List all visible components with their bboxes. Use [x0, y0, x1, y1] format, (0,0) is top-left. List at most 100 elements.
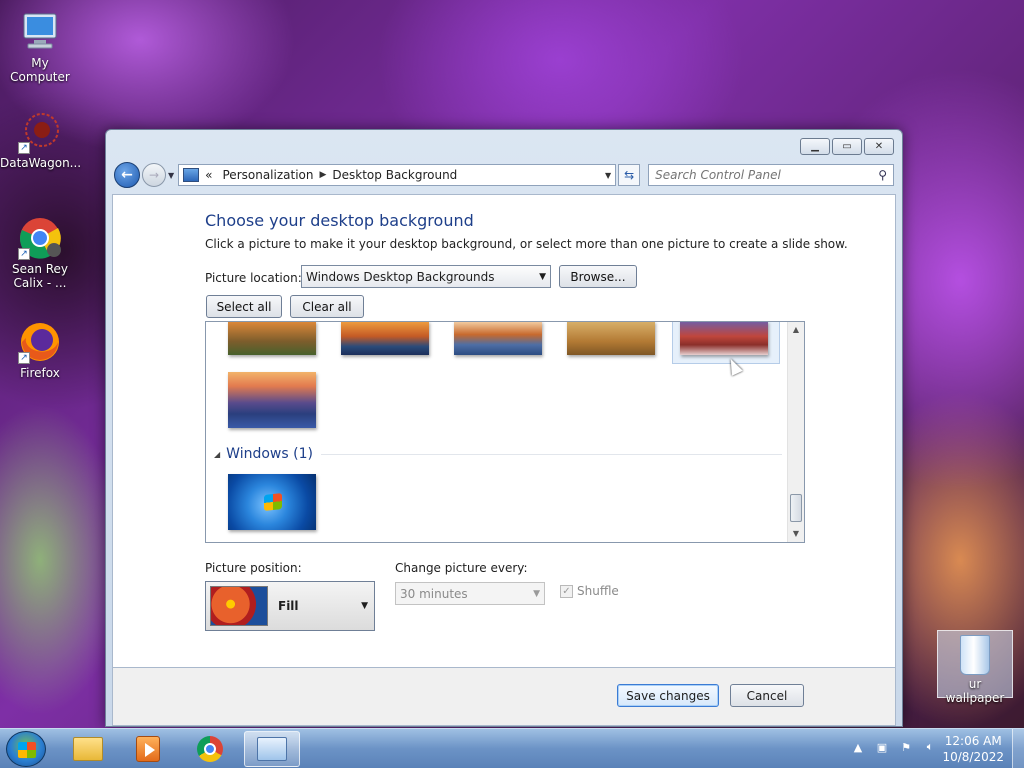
taskbar-windows-explorer[interactable] — [60, 731, 116, 767]
window-controls: ▁ ▭ ✕ — [800, 138, 894, 155]
desktop-icon-sean-rey-calix[interactable]: ↗ Sean Rey Calix - ... — [0, 216, 80, 290]
chrome-icon — [197, 736, 223, 762]
page-description: Click a picture to make it your desktop … — [205, 237, 848, 251]
taskbar: ▲ ▣ ⚑ 🔈︎ 12:06 AM 10/8/2022 — [0, 728, 1024, 768]
back-button[interactable]: ← — [114, 162, 140, 188]
desktop-icon-label: DataWagon... — [0, 156, 82, 170]
shuffle-checkbox: ✓ Shuffle — [560, 584, 619, 598]
close-button[interactable]: ✕ — [864, 138, 894, 155]
volume-icon[interactable]: 🔈︎ — [922, 739, 938, 755]
shortcut-arrow-icon: ↗ — [18, 248, 30, 260]
breadcrumb-separator-icon: ▶ — [319, 170, 327, 180]
start-button[interactable] — [6, 731, 46, 767]
chrome-profile-shortcut-icon: ↗ — [18, 216, 62, 260]
action-center-icon[interactable]: ⚑ — [898, 739, 914, 755]
minimize-button[interactable]: ▁ — [800, 138, 830, 155]
checkbox-checked-icon: ✓ — [560, 584, 573, 598]
page-title: Choose your desktop background — [205, 211, 474, 230]
address-overflow-chevron[interactable]: « — [205, 168, 212, 182]
picture-position-select[interactable]: Fill ▼ — [205, 581, 375, 631]
control-panel-window: ▁ ▭ ✕ ← → ▼ « Personalization ▶ Desktop … — [105, 129, 903, 727]
address-dropdown-icon[interactable]: ▼ — [605, 171, 611, 180]
wallpaper-thumbnail-windows[interactable] — [228, 474, 316, 530]
refresh-icon: ⇆ — [624, 168, 635, 182]
position-preview-image — [210, 586, 268, 626]
wallpaper-thumbnail-hovered[interactable] — [680, 322, 768, 355]
select-all-button[interactable]: Select all — [206, 295, 282, 318]
media-player-icon — [136, 736, 160, 762]
group-divider — [320, 453, 782, 455]
picture-location-label: Picture location: — [205, 271, 302, 285]
gallery-group-header[interactable]: ◢ Windows (1) — [214, 444, 782, 464]
collapse-triangle-icon[interactable]: ◢ — [214, 450, 220, 459]
shortcut-arrow-icon: ↗ — [18, 142, 30, 154]
desktop-icon-label: My Computer — [10, 56, 70, 84]
control-panel-icon — [183, 168, 200, 182]
address-bar[interactable]: « Personalization ▶ Desktop Background ▼ — [178, 164, 617, 186]
forward-button[interactable]: → — [142, 163, 166, 187]
wallpaper-thumbnail[interactable] — [228, 322, 316, 355]
datawagon-shortcut-icon: ↗ — [18, 110, 62, 154]
browse-button[interactable]: Browse... — [559, 265, 637, 288]
control-panel-icon — [257, 737, 287, 761]
maximize-button[interactable]: ▭ — [832, 138, 862, 155]
windows-logo-icon — [18, 742, 36, 758]
clear-all-button[interactable]: Clear all — [290, 295, 364, 318]
wallpaper-thumbnail[interactable] — [228, 372, 316, 428]
system-clock[interactable]: 12:06 AM 10/8/2022 — [942, 733, 1004, 765]
recent-pages-dropdown[interactable]: ▼ — [168, 171, 174, 180]
change-picture-label: Change picture every: — [395, 561, 528, 575]
picture-location-select[interactable]: Windows Desktop Backgrounds ▼ — [301, 265, 551, 288]
save-changes-button[interactable]: Save changes — [617, 684, 719, 707]
breadcrumb-personalization[interactable]: Personalization — [223, 168, 314, 182]
refresh-button[interactable]: ⇆ — [618, 164, 641, 186]
scrollbar-thumb[interactable] — [790, 494, 802, 522]
desktop-icon-label: ur wallpaper — [945, 677, 1005, 705]
maximize-icon: ▭ — [842, 141, 852, 152]
scroll-down-icon[interactable]: ▼ — [788, 526, 804, 542]
minimize-icon: ▁ — [811, 141, 819, 152]
desktop-icon-datawagon[interactable]: ↗ DataWagon... — [0, 110, 82, 170]
change-picture-interval-select: 30 minutes ▼ — [395, 582, 545, 605]
notification-area: ▲ ▣ ⚑ 🔈︎ — [850, 739, 938, 755]
firefox-shortcut-icon: ↗ — [18, 320, 62, 364]
shuffle-label: Shuffle — [577, 584, 619, 598]
content-pane: Choose your desktop background Click a p… — [112, 194, 896, 668]
shortcut-arrow-icon: ↗ — [18, 352, 30, 364]
dialog-footer: Save changes Cancel — [112, 668, 896, 726]
picture-position-value: Fill — [278, 599, 299, 613]
breadcrumb-desktop-background[interactable]: Desktop Background — [332, 168, 457, 182]
forward-arrow-icon: → — [148, 168, 160, 182]
show-hidden-icons-icon[interactable]: ▲ — [850, 739, 866, 755]
taskbar-control-panel[interactable] — [244, 731, 300, 767]
search-input[interactable] — [655, 168, 879, 182]
navigation-bar: ← → ▼ « Personalization ▶ Desktop Backgr… — [114, 160, 894, 190]
taskbar-chrome[interactable] — [182, 731, 238, 767]
search-icon[interactable]: ⚲ — [878, 168, 887, 182]
desktop-icon-firefox[interactable]: ↗ Firefox — [0, 320, 80, 380]
gallery-group-title: Windows (1) — [226, 446, 313, 462]
clock-time: 12:06 AM — [944, 734, 1002, 748]
back-arrow-icon: ← — [121, 167, 133, 183]
clock-date: 10/8/2022 — [942, 750, 1004, 764]
picture-location-value: Windows Desktop Backgrounds — [306, 269, 495, 284]
chevron-down-icon: ▼ — [539, 271, 546, 282]
picture-position-label: Picture position: — [205, 561, 302, 575]
gallery-scrollbar[interactable]: ▲ ▼ — [787, 322, 804, 542]
network-icon[interactable]: ▣ — [874, 739, 890, 755]
windows-explorer-icon — [73, 737, 103, 761]
desktop-icon-label: Firefox — [20, 366, 60, 380]
wallpaper-thumbnail[interactable] — [341, 322, 429, 355]
search-box[interactable]: ⚲ — [648, 164, 894, 186]
desktop-icon-my-computer[interactable]: My Computer — [0, 10, 80, 84]
show-desktop-button[interactable] — [1012, 729, 1024, 768]
scroll-up-icon[interactable]: ▲ — [788, 322, 804, 338]
wallpaper-thumbnail[interactable] — [454, 322, 542, 355]
chevron-down-icon: ▼ — [533, 588, 540, 599]
cancel-button[interactable]: Cancel — [730, 684, 804, 707]
wallpaper-gallery: ◢ Windows (1) ▲ ▼ — [205, 321, 805, 543]
wallpaper-thumbnail[interactable] — [567, 322, 655, 355]
recycle-bin-icon — [960, 635, 990, 675]
taskbar-media-player[interactable] — [120, 731, 176, 767]
desktop-icon-recycle-bin[interactable]: ur wallpaper — [937, 630, 1013, 705]
